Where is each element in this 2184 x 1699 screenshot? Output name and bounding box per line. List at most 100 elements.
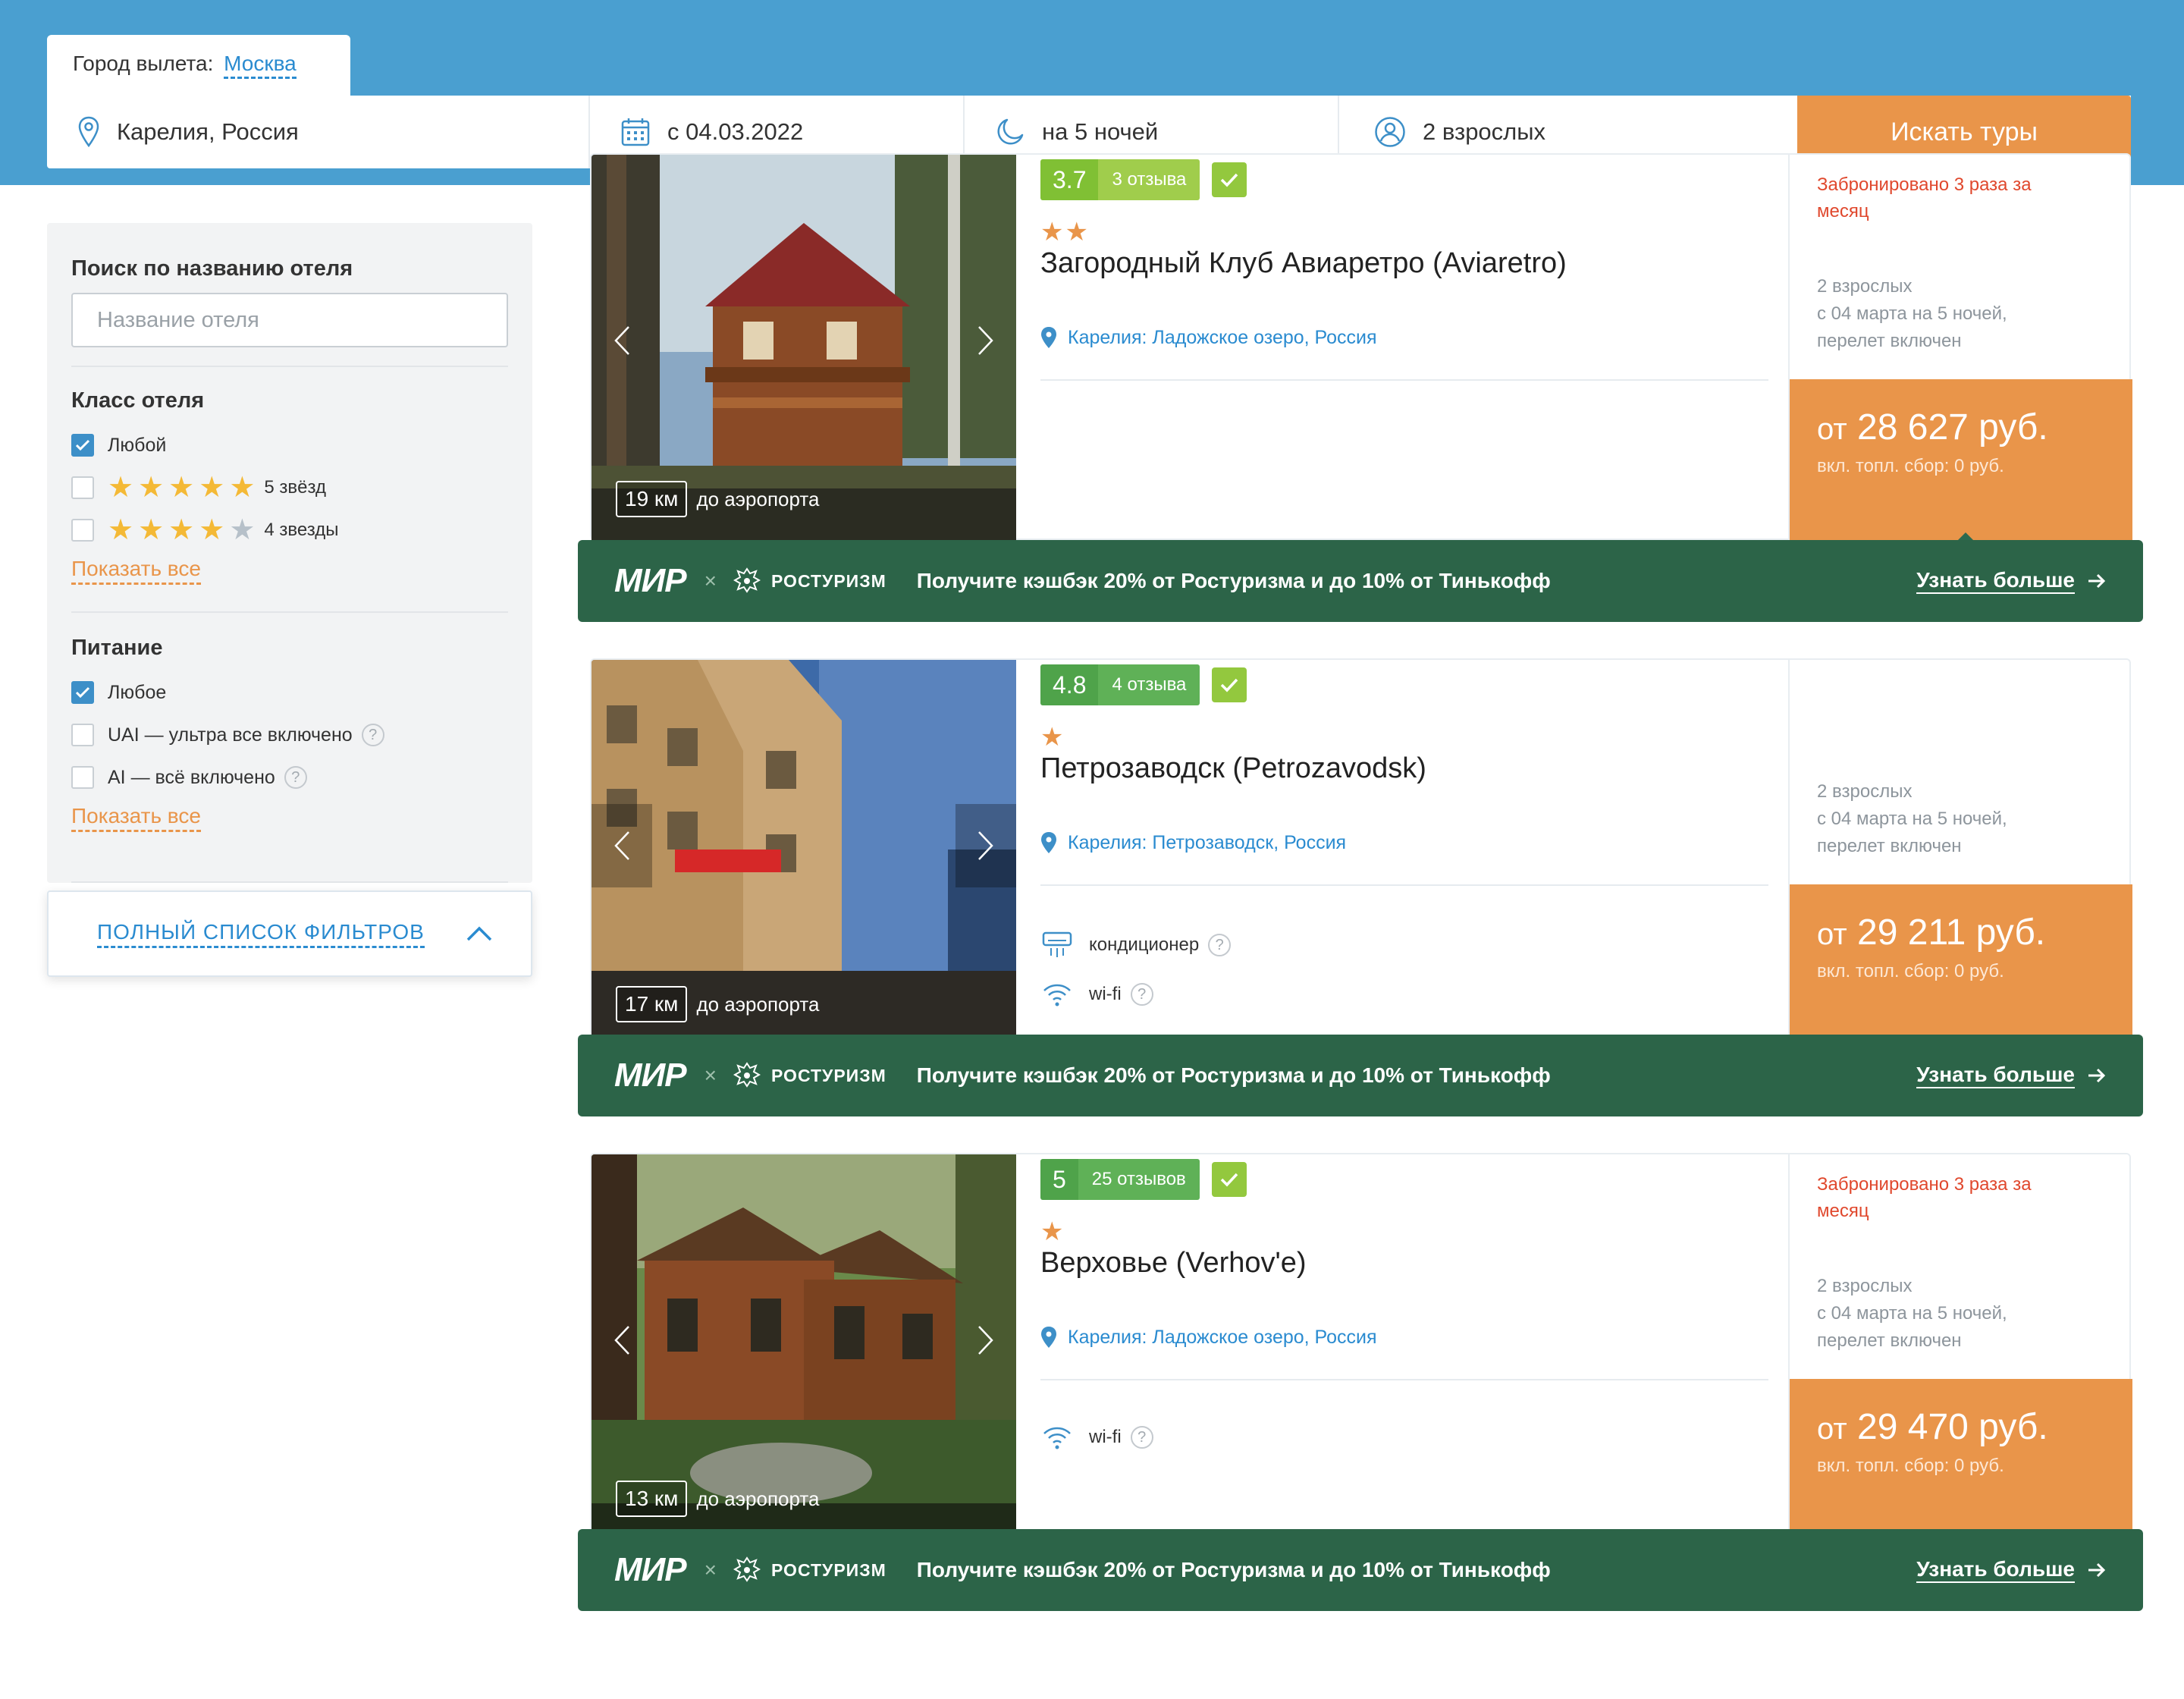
help-icon[interactable]: ? (284, 766, 307, 789)
class-any-checkbox[interactable]: Любой (71, 434, 166, 457)
air-conditioner-icon (1042, 931, 1072, 957)
cashback-promo-banner[interactable]: МИР × РОСТУРИЗМ Получите кэшбэк 20% от Р… (578, 1035, 2143, 1116)
distance-label: до аэропорта (696, 487, 820, 510)
five-stars-icon: ★ ★ ★ ★ ★ (108, 472, 256, 504)
meal-uai-checkbox[interactable]: UAI — ультра все включено ? (71, 724, 384, 746)
help-icon[interactable]: ? (1130, 983, 1153, 1006)
mir-logo: МИР (614, 1057, 687, 1094)
rating-score: 5 (1040, 1159, 1078, 1200)
meal-show-all-link[interactable]: Показать все (71, 804, 201, 832)
rating-badge[interactable]: 5 25 отзывов (1040, 1159, 1200, 1200)
tour-dates: с 04 марта на 5 ночей, (1817, 303, 2007, 324)
hotel-photo[interactable]: 17 км до аэропорта (592, 660, 1016, 1047)
rating-row: 4.8 4 отзыва (1040, 664, 1247, 705)
promo-message: Получите кэшбэк 20% от Ростуризма и до 1… (916, 569, 1551, 592)
photo-next-button[interactable] (956, 804, 1016, 887)
divider (1040, 1379, 1768, 1380)
meal-ai-checkbox[interactable]: AI — всё включено ? (71, 766, 307, 789)
help-icon[interactable]: ? (361, 724, 384, 746)
hotel-photo[interactable]: 13 км до аэропорта (592, 1154, 1016, 1541)
chevron-up-icon (466, 926, 492, 941)
verified-check-icon (1212, 667, 1247, 702)
calendar-icon (621, 118, 650, 146)
hotel-card[interactable]: 17 км до аэропорта 4.8 4 отзыва ★ Петроз… (590, 658, 2132, 1047)
price-column: Забронировано 3 раза за месяц 2 взрослых… (1788, 1154, 2132, 1541)
reviews-count: 4 отзыва (1098, 664, 1200, 705)
departure-city-tab: Город вылета: Москва (47, 35, 350, 97)
price-button[interactable]: от 29 211 руб. вкл. топл. сбор: 0 руб. (1790, 884, 2132, 1047)
hotel-card[interactable]: 19 км до аэропорта 3.7 3 отзыва ★★ Загор… (590, 153, 2132, 542)
chevron-left-icon (614, 326, 629, 355)
cashback-promo-banner[interactable]: МИР × РОСТУРИЗМ Получите кэшбэк 20% от Р… (578, 1529, 2143, 1611)
booked-notice: Забронировано 3 раза за месяц (1817, 174, 2032, 221)
location-pin-icon (1041, 327, 1056, 348)
departure-city-link[interactable]: Москва (224, 52, 297, 79)
hotel-name-link[interactable]: Загородный Клуб Авиаретро (Aviaretro) (1040, 247, 1567, 280)
class-4-label: 4 звезды (264, 520, 339, 540)
price-column: Забронировано 3 раза за месяц 2 взрослых… (1788, 155, 2132, 542)
rosturizm-logo: РОСТУРИЗМ (771, 570, 886, 591)
checkbox-unchecked-icon (71, 476, 94, 499)
hotel-location: Карелия: Петрозаводск, Россия (1068, 831, 1347, 853)
distance-km: 19 км (616, 481, 688, 517)
class-5-stars-checkbox[interactable]: ★ ★ ★ ★ ★ 5 звёзд (71, 472, 326, 504)
hotel-location-link[interactable]: Карелия: Ладожское озеро, Россия (1040, 326, 1377, 349)
rating-badge[interactable]: 3.7 3 отзыва (1040, 159, 1200, 200)
hotel-stars: ★★ (1040, 218, 1090, 247)
wifi-icon (1043, 1427, 1071, 1449)
photo-prev-button[interactable] (592, 299, 652, 382)
hotel-location-link[interactable]: Карелия: Ладожское озеро, Россия (1040, 1326, 1377, 1349)
eagle-emblem-icon (733, 567, 761, 593)
hotel-name-input[interactable] (71, 293, 508, 347)
reviews-count: 25 отзывов (1078, 1159, 1200, 1200)
price-button[interactable]: от 29 470 руб. вкл. топл. сбор: 0 руб. (1790, 1379, 2132, 1541)
hotel-name-link[interactable]: Петрозаводск (Petrozavodsk) (1040, 752, 1426, 785)
amenity-air-conditioner: кондиционер ? (1042, 931, 1232, 959)
tour-flight: перелет включен (1817, 1330, 1962, 1351)
price-button[interactable]: от 28 627 руб. вкл. топл. сбор: 0 руб. (1790, 379, 2132, 542)
learn-more-link[interactable]: Узнать больше (1916, 1557, 2107, 1583)
full-filters-toggle[interactable]: ПОЛНЫЙ СПИСОК ФИЛЬТРОВ (47, 890, 532, 977)
hotel-location-link[interactable]: Карелия: Петрозаводск, Россия (1040, 831, 1346, 854)
checkbox-unchecked-icon (71, 724, 94, 746)
photo-prev-button[interactable] (592, 1299, 652, 1382)
rating-score: 4.8 (1040, 664, 1099, 705)
meal-any-checkbox[interactable]: Любое (71, 681, 166, 704)
destination-field[interactable]: Карелия, Россия (47, 96, 590, 168)
cashback-promo-banner[interactable]: МИР × РОСТУРИЗМ Получите кэшбэк 20% от Р… (578, 540, 2143, 622)
mir-logo: МИР (614, 1551, 687, 1588)
tour-people: 2 взрослых (1817, 1276, 1913, 1296)
price-value: 29 211 руб. (1857, 912, 2046, 953)
divider (1040, 379, 1768, 381)
help-icon[interactable]: ? (1130, 1426, 1153, 1449)
moon-icon (997, 118, 1024, 145)
help-icon[interactable]: ? (1208, 934, 1232, 956)
photo-prev-button[interactable] (592, 804, 652, 887)
fuel-fee: вкл. топл. сбор: 0 руб. (1817, 1456, 2004, 1476)
chevron-right-icon (978, 1326, 993, 1355)
learn-more-link[interactable]: Узнать больше (1916, 568, 2107, 594)
amenity-wifi: wi-fi ? (1042, 1424, 1153, 1450)
learn-more-link[interactable]: Узнать больше (1916, 1063, 2107, 1088)
distance-label: до аэропорта (696, 992, 820, 1016)
eagle-emblem-icon (733, 1556, 761, 1582)
rosturizm-logo: РОСТУРИЗМ (771, 1559, 886, 1580)
chevron-right-icon (978, 326, 993, 355)
class-show-all-link[interactable]: Показать все (71, 557, 201, 585)
class-4-stars-checkbox[interactable]: ★ ★ ★ ★ ★ 4 звезды (71, 514, 339, 546)
divider (1040, 884, 1768, 886)
hotel-card[interactable]: 13 км до аэропорта 5 25 отзывов ★ Верхов… (590, 1153, 2132, 1541)
distance-km: 13 км (616, 1481, 688, 1517)
rating-badge[interactable]: 4.8 4 отзыва (1040, 664, 1200, 705)
hotel-photo[interactable]: 19 км до аэропорта (592, 155, 1016, 542)
price-prefix: от (1817, 413, 1847, 446)
photo-next-button[interactable] (956, 299, 1016, 382)
photo-next-button[interactable] (956, 1299, 1016, 1382)
four-stars-icon: ★ ★ ★ ★ ★ (108, 514, 256, 546)
checkbox-checked-icon (71, 681, 94, 704)
hotel-name-link[interactable]: Верховье (Verhov'e) (1040, 1247, 1307, 1280)
class-5-label: 5 звёзд (264, 477, 326, 498)
hotel-location: Карелия: Ладожское озеро, Россия (1068, 326, 1377, 348)
nights-value: на 5 ночей (1042, 118, 1159, 145)
hotel-location: Карелия: Ладожское озеро, Россия (1068, 1326, 1377, 1348)
